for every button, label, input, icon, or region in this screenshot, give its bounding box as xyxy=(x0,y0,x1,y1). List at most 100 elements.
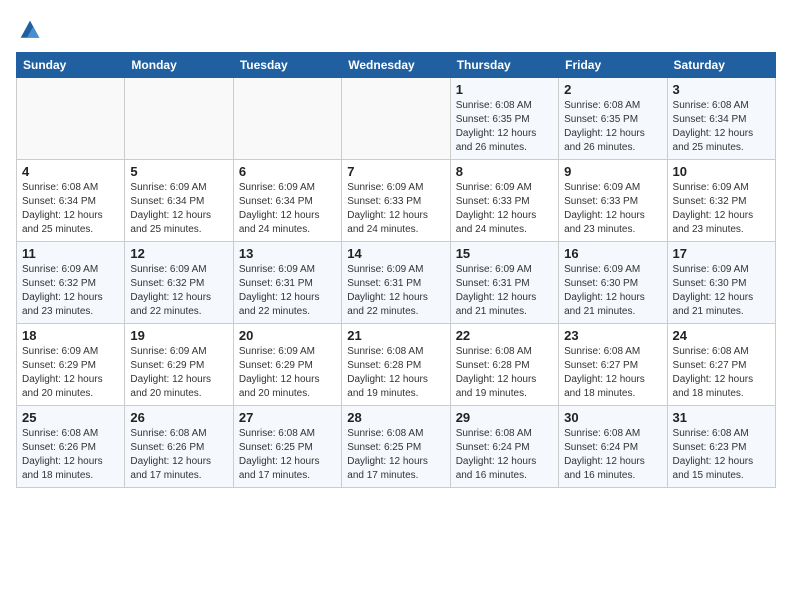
day-number: 30 xyxy=(564,410,661,425)
calendar-cell: 19 Sunrise: 6:09 AM Sunset: 6:29 PM Dayli… xyxy=(125,324,233,406)
page-header xyxy=(16,16,776,44)
day-info: Sunrise: 6:08 AM Sunset: 6:34 PM Dayligh… xyxy=(22,181,119,237)
day-number: 24 xyxy=(673,328,770,343)
day-number: 2 xyxy=(564,82,661,97)
day-number: 29 xyxy=(456,410,553,425)
calendar-cell: 7 Sunrise: 6:09 AM Sunset: 6:33 PM Daylig… xyxy=(342,160,450,242)
calendar-cell: 20 Sunrise: 6:09 AM Sunset: 6:29 PM Dayli… xyxy=(233,324,341,406)
calendar-table: SundayMondayTuesdayWednesdayThursdayFrid… xyxy=(16,52,776,488)
day-info: Sunrise: 6:09 AM Sunset: 6:30 PM Dayligh… xyxy=(564,263,661,319)
day-number: 28 xyxy=(347,410,444,425)
calendar-cell: 13 Sunrise: 6:09 AM Sunset: 6:31 PM Dayli… xyxy=(233,242,341,324)
day-info: Sunrise: 6:08 AM Sunset: 6:24 PM Dayligh… xyxy=(564,427,661,483)
day-number: 13 xyxy=(239,246,336,261)
calendar-cell: 25 Sunrise: 6:08 AM Sunset: 6:26 PM Dayli… xyxy=(17,406,125,488)
day-of-week-header: Thursday xyxy=(450,53,558,78)
day-of-week-header: Tuesday xyxy=(233,53,341,78)
calendar-cell: 31 Sunrise: 6:08 AM Sunset: 6:23 PM Dayli… xyxy=(667,406,775,488)
calendar-cell: 1 Sunrise: 6:08 AM Sunset: 6:35 PM Daylig… xyxy=(450,78,558,160)
day-number: 11 xyxy=(22,246,119,261)
calendar-cell: 6 Sunrise: 6:09 AM Sunset: 6:34 PM Daylig… xyxy=(233,160,341,242)
day-of-week-header: Wednesday xyxy=(342,53,450,78)
day-info: Sunrise: 6:09 AM Sunset: 6:34 PM Dayligh… xyxy=(239,181,336,237)
day-number: 31 xyxy=(673,410,770,425)
day-info: Sunrise: 6:09 AM Sunset: 6:30 PM Dayligh… xyxy=(673,263,770,319)
day-number: 27 xyxy=(239,410,336,425)
day-number: 6 xyxy=(239,164,336,179)
calendar-cell xyxy=(125,78,233,160)
calendar-cell: 23Sunrise: 6:08 AM Sunset: 6:27 PM Dayli… xyxy=(559,324,667,406)
calendar-body: 1 Sunrise: 6:08 AM Sunset: 6:35 PM Daylig… xyxy=(17,78,776,488)
calendar-cell xyxy=(17,78,125,160)
day-of-week-header: Sunday xyxy=(17,53,125,78)
calendar-cell: 29 Sunrise: 6:08 AM Sunset: 6:24 PM Dayli… xyxy=(450,406,558,488)
day-info: Sunrise: 6:08 AM Sunset: 6:35 PM Dayligh… xyxy=(456,99,553,155)
day-info: Sunrise: 6:09 AM Sunset: 6:34 PM Dayligh… xyxy=(130,181,227,237)
day-info: Sunrise: 6:09 AM Sunset: 6:33 PM Dayligh… xyxy=(347,181,444,237)
calendar-cell: 21Sunrise: 6:08 AM Sunset: 6:28 PM Dayli… xyxy=(342,324,450,406)
day-number: 3 xyxy=(673,82,770,97)
day-number: 18 xyxy=(22,328,119,343)
logo xyxy=(16,16,48,44)
day-info: Sunrise: 6:09 AM Sunset: 6:29 PM Dayligh… xyxy=(239,345,336,401)
calendar-cell: 11Sunrise: 6:09 AM Sunset: 6:32 PM Dayli… xyxy=(17,242,125,324)
calendar-cell: 24 Sunrise: 6:08 AM Sunset: 6:27 PM Dayli… xyxy=(667,324,775,406)
calendar-header: SundayMondayTuesdayWednesdayThursdayFrid… xyxy=(17,53,776,78)
day-number: 9 xyxy=(564,164,661,179)
day-number: 22 xyxy=(456,328,553,343)
day-number: 16 xyxy=(564,246,661,261)
day-number: 5 xyxy=(130,164,227,179)
header-row: SundayMondayTuesdayWednesdayThursdayFrid… xyxy=(17,53,776,78)
calendar-cell: 30 Sunrise: 6:08 AM Sunset: 6:24 PM Dayli… xyxy=(559,406,667,488)
day-number: 1 xyxy=(456,82,553,97)
day-info: Sunrise: 6:08 AM Sunset: 6:28 PM Dayligh… xyxy=(456,345,553,401)
calendar-cell: 8 Sunrise: 6:09 AM Sunset: 6:33 PM Daylig… xyxy=(450,160,558,242)
day-info: Sunrise: 6:09 AM Sunset: 6:32 PM Dayligh… xyxy=(673,181,770,237)
calendar-cell: 18 Sunrise: 6:09 AM Sunset: 6:29 PM Dayli… xyxy=(17,324,125,406)
day-info: Sunrise: 6:08 AM Sunset: 6:23 PM Dayligh… xyxy=(673,427,770,483)
calendar-cell: 9 Sunrise: 6:09 AM Sunset: 6:33 PM Daylig… xyxy=(559,160,667,242)
day-number: 20 xyxy=(239,328,336,343)
day-number: 25 xyxy=(22,410,119,425)
day-info: Sunrise: 6:09 AM Sunset: 6:33 PM Dayligh… xyxy=(564,181,661,237)
calendar-week-row: 4Sunrise: 6:08 AM Sunset: 6:34 PM Daylig… xyxy=(17,160,776,242)
day-number: 14 xyxy=(347,246,444,261)
calendar-cell: 15 Sunrise: 6:09 AM Sunset: 6:31 PM Dayli… xyxy=(450,242,558,324)
day-of-week-header: Monday xyxy=(125,53,233,78)
calendar-week-row: 11Sunrise: 6:09 AM Sunset: 6:32 PM Dayli… xyxy=(17,242,776,324)
calendar-cell: 10 Sunrise: 6:09 AM Sunset: 6:32 PM Dayli… xyxy=(667,160,775,242)
day-info: Sunrise: 6:09 AM Sunset: 6:29 PM Dayligh… xyxy=(22,345,119,401)
day-info: Sunrise: 6:09 AM Sunset: 6:31 PM Dayligh… xyxy=(456,263,553,319)
calendar-cell: 5 Sunrise: 6:09 AM Sunset: 6:34 PM Daylig… xyxy=(125,160,233,242)
day-info: Sunrise: 6:08 AM Sunset: 6:34 PM Dayligh… xyxy=(673,99,770,155)
day-info: Sunrise: 6:08 AM Sunset: 6:25 PM Dayligh… xyxy=(239,427,336,483)
day-info: Sunrise: 6:08 AM Sunset: 6:26 PM Dayligh… xyxy=(130,427,227,483)
day-number: 15 xyxy=(456,246,553,261)
calendar-week-row: 25 Sunrise: 6:08 AM Sunset: 6:26 PM Dayli… xyxy=(17,406,776,488)
day-info: Sunrise: 6:09 AM Sunset: 6:33 PM Dayligh… xyxy=(456,181,553,237)
calendar-cell: 14 Sunrise: 6:09 AM Sunset: 6:31 PM Dayli… xyxy=(342,242,450,324)
day-number: 8 xyxy=(456,164,553,179)
day-number: 7 xyxy=(347,164,444,179)
day-info: Sunrise: 6:08 AM Sunset: 6:27 PM Dayligh… xyxy=(673,345,770,401)
day-info: Sunrise: 6:08 AM Sunset: 6:24 PM Dayligh… xyxy=(456,427,553,483)
day-number: 10 xyxy=(673,164,770,179)
day-info: Sunrise: 6:08 AM Sunset: 6:25 PM Dayligh… xyxy=(347,427,444,483)
calendar-cell: 27 Sunrise: 6:08 AM Sunset: 6:25 PM Dayli… xyxy=(233,406,341,488)
day-info: Sunrise: 6:09 AM Sunset: 6:31 PM Dayligh… xyxy=(239,263,336,319)
day-info: Sunrise: 6:09 AM Sunset: 6:29 PM Dayligh… xyxy=(130,345,227,401)
calendar-cell xyxy=(342,78,450,160)
calendar-cell: 12Sunrise: 6:09 AM Sunset: 6:32 PM Dayli… xyxy=(125,242,233,324)
calendar-cell: 17 Sunrise: 6:09 AM Sunset: 6:30 PM Dayli… xyxy=(667,242,775,324)
calendar-cell: 2Sunrise: 6:08 AM Sunset: 6:35 PM Daylig… xyxy=(559,78,667,160)
day-number: 19 xyxy=(130,328,227,343)
day-info: Sunrise: 6:09 AM Sunset: 6:31 PM Dayligh… xyxy=(347,263,444,319)
calendar-week-row: 18 Sunrise: 6:09 AM Sunset: 6:29 PM Dayli… xyxy=(17,324,776,406)
day-number: 23 xyxy=(564,328,661,343)
calendar-cell: 28 Sunrise: 6:08 AM Sunset: 6:25 PM Dayli… xyxy=(342,406,450,488)
day-of-week-header: Friday xyxy=(559,53,667,78)
day-info: Sunrise: 6:08 AM Sunset: 6:26 PM Dayligh… xyxy=(22,427,119,483)
calendar-week-row: 1 Sunrise: 6:08 AM Sunset: 6:35 PM Daylig… xyxy=(17,78,776,160)
day-number: 21 xyxy=(347,328,444,343)
day-number: 17 xyxy=(673,246,770,261)
